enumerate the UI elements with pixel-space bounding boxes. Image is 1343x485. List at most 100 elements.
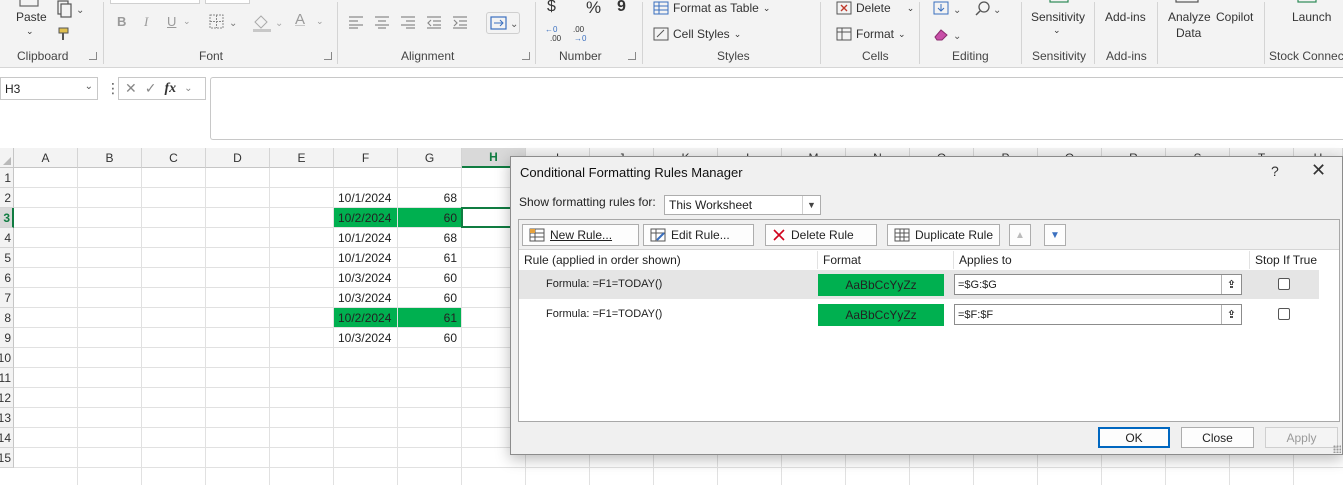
find-select-icon[interactable]: ⌄: [975, 1, 1005, 17]
formula-input[interactable]: [210, 77, 1343, 140]
number-launcher-icon[interactable]: [628, 52, 636, 60]
font-size-box[interactable]: [205, 0, 250, 4]
copilot-button[interactable]: Copilot: [1216, 10, 1253, 24]
move-up-chevron-icon[interactable]: ▲: [1009, 224, 1031, 246]
delete-cells-button[interactable]: Delete ⌄: [836, 1, 914, 15]
underline-dropdown-icon[interactable]: ⌄: [183, 16, 191, 27]
cell-f4[interactable]: 10/1/2024: [334, 228, 397, 247]
column-header-b[interactable]: B: [78, 148, 142, 168]
font-name-box[interactable]: [110, 0, 200, 4]
launch-icon[interactable]: [1296, 0, 1318, 4]
sensitivity-dropdown-icon[interactable]: ⌄: [1053, 25, 1061, 36]
cell-f3[interactable]: 10/2/2024: [334, 208, 397, 227]
cell-f5[interactable]: 10/1/2024: [334, 248, 397, 267]
column-header-e[interactable]: E: [270, 148, 334, 168]
align-center-icon[interactable]: [374, 15, 390, 29]
applies-to-input[interactable]: =$F:$F ⇪: [954, 304, 1242, 325]
format-as-table-button[interactable]: Format as Table ⌄: [653, 1, 770, 15]
increase-indent-icon[interactable]: [452, 15, 468, 29]
italic-button[interactable]: I: [144, 14, 148, 30]
row-header-3[interactable]: 3: [0, 208, 14, 228]
name-box[interactable]: H3 ⌄: [0, 77, 98, 100]
percent-button[interactable]: %: [586, 0, 601, 18]
row-header-12[interactable]: 12: [0, 388, 14, 408]
cell-f6[interactable]: 10/3/2024: [334, 268, 397, 287]
align-left-icon[interactable]: [348, 15, 364, 29]
align-right-icon[interactable]: [400, 15, 416, 29]
launch-button[interactable]: Launch: [1292, 10, 1331, 24]
row-header-1[interactable]: 1: [0, 168, 14, 188]
underline-button[interactable]: U: [167, 14, 176, 29]
cell-g3[interactable]: 60: [398, 208, 461, 227]
row-header-7[interactable]: 7: [0, 288, 14, 308]
cell-f7[interactable]: 10/3/2024: [334, 288, 397, 307]
increase-decimal-icon[interactable]: ←0.00: [545, 25, 567, 43]
paste-icon[interactable]: [17, 0, 43, 8]
fill-down-icon[interactable]: ⌄: [933, 1, 963, 17]
font-color-button[interactable]: A: [295, 11, 305, 28]
alignment-launcher-icon[interactable]: [522, 52, 530, 60]
edit-rule-button[interactable]: Edit Rule...: [643, 224, 754, 246]
clear-eraser-icon[interactable]: ⌄: [933, 27, 963, 43]
cell-g9[interactable]: 60: [398, 328, 461, 347]
format-painter-icon[interactable]: [56, 26, 74, 42]
bold-button[interactable]: B: [117, 14, 126, 29]
close-button[interactable]: Close: [1181, 427, 1254, 448]
row-header-14[interactable]: 14: [0, 428, 14, 448]
row-header-4[interactable]: 4: [0, 228, 14, 248]
cell-f8[interactable]: 10/2/2024: [334, 308, 397, 327]
new-rule-button[interactable]: New Rule...: [522, 224, 639, 246]
format-cells-button[interactable]: Format ⌄: [836, 27, 906, 41]
borders-icon[interactable]: ⌄: [209, 14, 239, 30]
row-header-8[interactable]: 8: [0, 308, 14, 328]
currency-button[interactable]: $: [547, 0, 556, 16]
row-header-15[interactable]: 15: [0, 448, 14, 468]
row-header-13[interactable]: 13: [0, 408, 14, 428]
apply-button[interactable]: Apply: [1265, 427, 1338, 448]
add-ins-button[interactable]: Add-ins: [1105, 10, 1146, 24]
duplicate-rule-button[interactable]: Duplicate Rule: [887, 224, 1000, 246]
cell-f9[interactable]: 10/3/2024: [334, 328, 397, 347]
decrease-indent-icon[interactable]: [426, 15, 442, 29]
row-header-11[interactable]: 11: [0, 368, 14, 388]
cell-g4[interactable]: 68: [398, 228, 461, 247]
cell-g2[interactable]: 68: [398, 188, 461, 207]
analyze-data-icon[interactable]: [1174, 0, 1200, 4]
cell-g6[interactable]: 60: [398, 268, 461, 287]
row-header-5[interactable]: 5: [0, 248, 14, 268]
copy-icon[interactable]: ⌄: [56, 0, 86, 18]
column-header-g[interactable]: G: [398, 148, 462, 168]
fill-color-icon[interactable]: ⌄: [251, 13, 285, 33]
sensitivity-icon[interactable]: [1048, 0, 1070, 4]
chevron-down-icon[interactable]: ▼: [802, 196, 820, 214]
cell-g7[interactable]: 60: [398, 288, 461, 307]
select-all-button[interactable]: [0, 148, 14, 168]
comma-style-button[interactable]: 9: [617, 0, 626, 16]
close-icon[interactable]: ✕: [1311, 160, 1326, 181]
resize-grip-icon[interactable]: [1333, 445, 1341, 453]
move-down-chevron-icon[interactable]: ▼: [1044, 224, 1066, 246]
row-header-9[interactable]: 9: [0, 328, 14, 348]
paste-dropdown-chevron-icon[interactable]: ⌄: [26, 26, 34, 37]
column-header-f[interactable]: F: [334, 148, 398, 168]
delete-rule-button[interactable]: Delete Rule: [765, 224, 877, 246]
collapse-dialog-icon[interactable]: ⇪: [1221, 275, 1241, 294]
applies-to-input[interactable]: =$G:$G ⇪: [954, 274, 1242, 295]
paste-button[interactable]: Paste: [16, 10, 47, 24]
stop-if-true-checkbox[interactable]: [1278, 278, 1290, 290]
analyze-data-button[interactable]: Analyze: [1168, 10, 1211, 24]
stop-if-true-checkbox[interactable]: [1278, 308, 1290, 320]
row-header-6[interactable]: 6: [0, 268, 14, 288]
rule-row[interactable]: Formula: =F1=TODAY() AaBbCcYyZz =$F:$F ⇪: [519, 300, 1319, 329]
name-box-dropdown-icon[interactable]: ⌄: [85, 81, 93, 92]
help-icon[interactable]: ?: [1271, 163, 1279, 179]
row-header-2[interactable]: 2: [0, 188, 14, 208]
show-rules-for-select[interactable]: This Worksheet ▼: [664, 195, 821, 215]
rule-row[interactable]: Formula: =F1=TODAY() AaBbCcYyZz =$G:$G ⇪: [519, 270, 1319, 299]
insert-function-icon[interactable]: fx: [164, 81, 176, 97]
cell-g8[interactable]: 61: [398, 308, 461, 327]
column-header-a[interactable]: A: [14, 148, 78, 168]
decrease-decimal-icon[interactable]: .00 →0: [571, 25, 593, 43]
ok-button[interactable]: OK: [1098, 427, 1170, 448]
collapse-dialog-icon[interactable]: ⇪: [1221, 305, 1241, 324]
